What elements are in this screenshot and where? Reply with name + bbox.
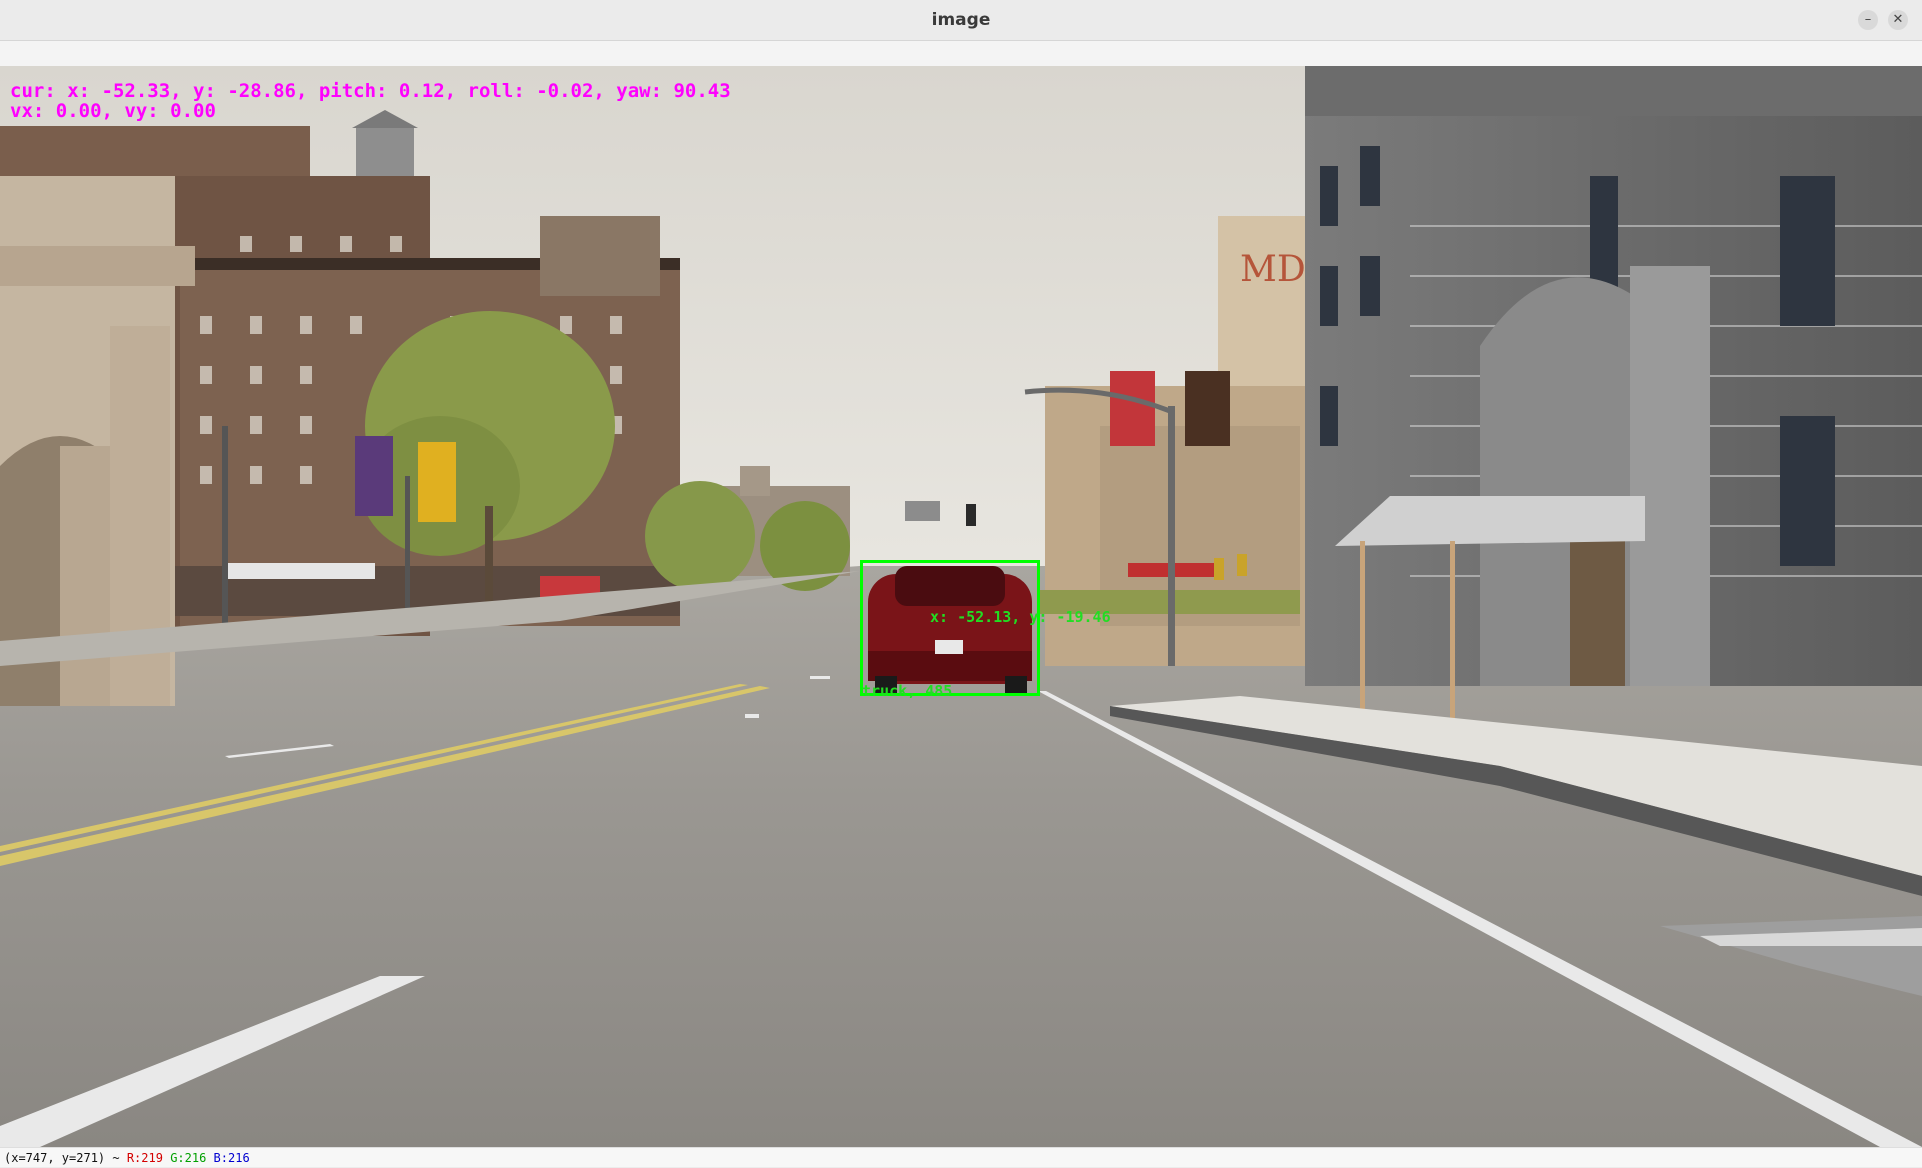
banner-yellow: [418, 442, 456, 522]
status-blue-value: B:216: [213, 1151, 250, 1165]
md-billboard-text: MD: [1240, 249, 1306, 290]
detection-position-label: x: -52.13, y: -19.46: [930, 608, 1111, 626]
detection-bounding-box: [860, 560, 1040, 696]
banner-purple: [355, 436, 393, 516]
hud-pose-text: cur: x: -52.33, y: -28.86, pitch: 0.12, …: [10, 80, 731, 102]
street-lamp: [1168, 406, 1175, 666]
status-green-value: G:216: [170, 1151, 207, 1165]
status-red-value: R:219: [126, 1151, 163, 1165]
title-bar[interactable]: image – ✕: [0, 0, 1922, 41]
poster-right: [1185, 371, 1230, 446]
minimize-button[interactable]: –: [1858, 10, 1878, 30]
water-tower: [356, 128, 414, 176]
status-coords: (x=747, y=271) ~: [4, 1151, 127, 1165]
window-title: image: [931, 10, 991, 30]
status-bar: (x=747, y=271) ~ R:219 G:216 B:216: [0, 1147, 1922, 1167]
image-canvas[interactable]: MD cur: x: -52.33, y: -28.86, pitch: 0.1…: [0, 66, 1922, 1147]
traffic-light: [966, 504, 976, 526]
poster-left: [1110, 371, 1155, 446]
image-viewer-window: image – ✕ MD cur: x: -52.33, y: -28.86, …: [0, 0, 1922, 1167]
detection-class-label: truck, 485: [862, 682, 953, 700]
close-button[interactable]: ✕: [1888, 10, 1908, 30]
toolbar-area: [0, 41, 1922, 67]
hud-velocity-text: vx: 0.00, vy: 0.00: [10, 100, 216, 122]
